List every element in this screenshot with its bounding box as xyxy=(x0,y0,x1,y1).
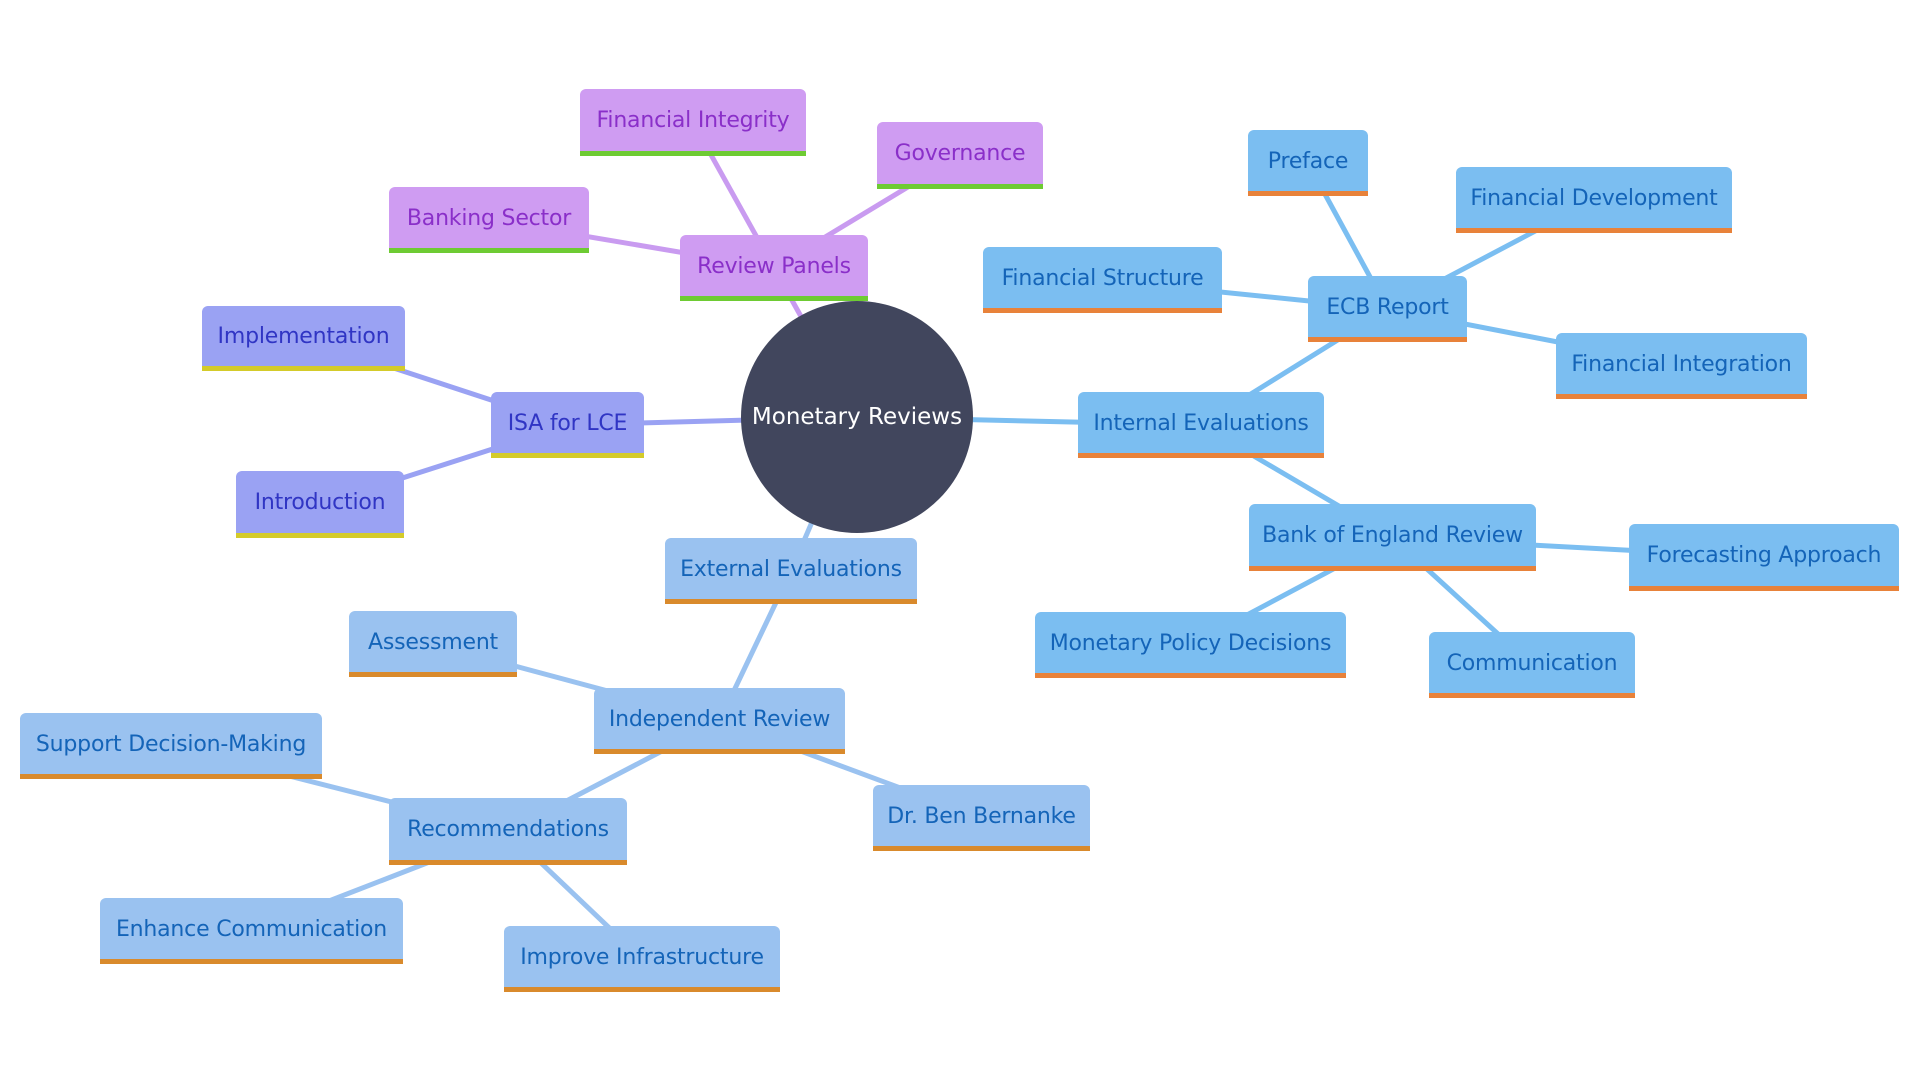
node-isa-for-lce[interactable]: ISA for LCE xyxy=(491,392,644,458)
node-underline xyxy=(1456,228,1732,233)
node-label: Enhance Communication xyxy=(115,916,388,942)
node-underline xyxy=(1249,566,1536,571)
node-label: ECB Report xyxy=(1326,294,1449,320)
node-independent-review[interactable]: Independent Review xyxy=(594,688,845,754)
root-node-monetary-reviews[interactable]: Monetary Reviews xyxy=(741,301,973,533)
node-label: Financial Integration xyxy=(1571,351,1792,377)
node-forecasting-approach[interactable]: Forecasting Approach xyxy=(1629,524,1899,591)
node-internal-evaluations[interactable]: Internal Evaluations xyxy=(1078,392,1324,458)
node-underline xyxy=(20,774,322,779)
node-underline xyxy=(491,453,644,458)
node-recommendations[interactable]: Recommendations xyxy=(389,798,627,865)
node-underline xyxy=(1429,693,1635,698)
node-label: Review Panels xyxy=(697,253,851,279)
node-underline xyxy=(1078,453,1324,458)
node-underline xyxy=(1556,394,1807,399)
node-label: Assessment xyxy=(368,629,498,655)
node-improve-infrastructure[interactable]: Improve Infrastructure xyxy=(504,926,780,992)
node-label: External Evaluations xyxy=(680,556,902,582)
node-label: Communication xyxy=(1446,650,1618,676)
node-label: Preface xyxy=(1267,148,1349,174)
node-external-evaluations[interactable]: External Evaluations xyxy=(665,538,917,604)
node-underline xyxy=(1629,586,1899,591)
node-assessment[interactable]: Assessment xyxy=(349,611,517,677)
node-dr-ben-bernanke[interactable]: Dr. Ben Bernanke xyxy=(873,785,1090,851)
node-underline xyxy=(504,987,780,992)
node-preface[interactable]: Preface xyxy=(1248,130,1368,196)
node-financial-structure[interactable]: Financial Structure xyxy=(983,247,1222,313)
node-label: Bank of England Review xyxy=(1262,523,1523,548)
node-label: Independent Review xyxy=(608,706,831,732)
node-underline xyxy=(349,672,517,677)
node-underline xyxy=(877,184,1043,189)
node-communication[interactable]: Communication xyxy=(1429,632,1635,698)
node-bank-of-england-review[interactable]: Bank of England Review xyxy=(1249,504,1536,571)
node-financial-integrity[interactable]: Financial Integrity xyxy=(580,89,806,156)
node-underline xyxy=(100,959,403,964)
node-label: Governance xyxy=(894,141,1026,166)
node-label: Financial Structure xyxy=(1001,265,1204,291)
node-enhance-communication[interactable]: Enhance Communication xyxy=(100,898,403,964)
node-underline xyxy=(1248,191,1368,196)
node-underline xyxy=(580,151,806,156)
node-label: Financial Development xyxy=(1470,185,1718,211)
node-underline xyxy=(1035,673,1346,678)
root-node-label: Monetary Reviews xyxy=(751,404,963,430)
node-underline xyxy=(236,533,404,538)
node-label: Banking Sector xyxy=(406,205,572,231)
node-label: ISA for LCE xyxy=(507,410,628,436)
node-underline xyxy=(389,248,589,253)
node-underline xyxy=(873,846,1090,851)
node-underline xyxy=(594,749,845,754)
node-introduction[interactable]: Introduction xyxy=(236,471,404,538)
node-underline xyxy=(1308,337,1467,342)
node-label: Forecasting Approach xyxy=(1646,543,1882,568)
node-financial-development[interactable]: Financial Development xyxy=(1456,167,1732,233)
node-label: Recommendations xyxy=(407,817,609,842)
node-label: Improve Infrastructure xyxy=(520,944,764,970)
node-implementation[interactable]: Implementation xyxy=(202,306,405,371)
node-label: Financial Integrity xyxy=(596,108,790,133)
node-label: Dr. Ben Bernanke xyxy=(887,803,1076,829)
node-label: Support Decision-Making xyxy=(35,731,307,757)
node-label: Introduction xyxy=(254,490,386,515)
node-banking-sector[interactable]: Banking Sector xyxy=(389,187,589,253)
node-label: Monetary Policy Decisions xyxy=(1049,630,1332,656)
node-underline xyxy=(389,860,627,865)
node-review-panels[interactable]: Review Panels xyxy=(680,235,868,301)
node-financial-integration[interactable]: Financial Integration xyxy=(1556,333,1807,399)
node-label: Implementation xyxy=(217,324,390,349)
node-support-decision-making[interactable]: Support Decision-Making xyxy=(20,713,322,779)
node-governance[interactable]: Governance xyxy=(877,122,1043,189)
node-monetary-policy-decisions[interactable]: Monetary Policy Decisions xyxy=(1035,612,1346,678)
node-underline xyxy=(665,599,917,604)
node-underline xyxy=(983,308,1222,313)
node-label: Internal Evaluations xyxy=(1093,410,1309,436)
node-underline xyxy=(202,366,405,371)
node-ecb-report[interactable]: ECB Report xyxy=(1308,276,1467,342)
node-underline xyxy=(680,296,868,301)
